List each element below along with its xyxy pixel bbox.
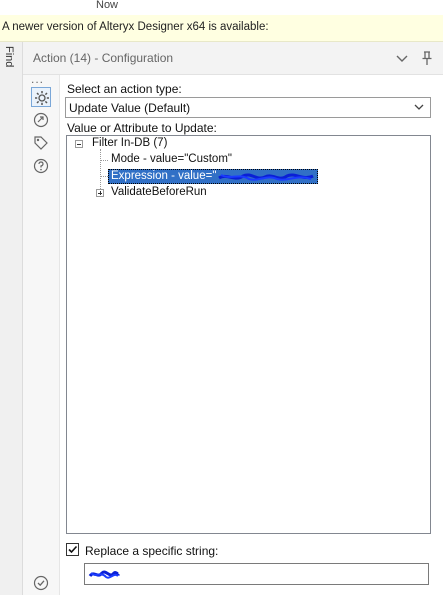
action-type-select[interactable]: Update Value (Default): [65, 97, 431, 118]
chevron-down-icon: [414, 104, 424, 110]
tree-node-validate-before-run[interactable]: ValidateBeforeRun: [111, 186, 207, 198]
find-tab[interactable]: Find: [0, 42, 22, 82]
tree-label: Value or Attribute to Update:: [67, 121, 217, 135]
help-icon[interactable]: [31, 156, 51, 176]
action-type-label: Select an action type:: [67, 82, 182, 96]
redaction-scribble: [218, 173, 314, 181]
pin-icon[interactable]: [419, 50, 435, 66]
tree-line: [100, 176, 108, 177]
tree-node-expression-label: Expression - value=": [111, 170, 217, 182]
connection-icon[interactable]: [31, 110, 51, 130]
replace-string-checkbox[interactable]: [66, 543, 79, 556]
tree-line: [100, 160, 108, 161]
update-banner[interactable]: A newer version of Alteryx Designer x64 …: [0, 15, 443, 42]
tree-node-mode[interactable]: Mode - value="Custom": [111, 153, 232, 165]
redaction-scribble: [88, 570, 120, 579]
find-strip: [0, 42, 23, 595]
chevron-down-icon[interactable]: [394, 50, 410, 66]
action-type-value: Update Value (Default): [69, 101, 191, 115]
gear-icon[interactable]: [31, 87, 51, 107]
tree-node-root[interactable]: Filter In-DB (7): [92, 137, 167, 149]
update-banner-text: A newer version of Alteryx Designer x64 …: [2, 21, 269, 33]
more-dots[interactable]: ...: [31, 72, 44, 86]
replace-string-input[interactable]: [84, 563, 429, 585]
check-circle-icon[interactable]: [31, 573, 51, 593]
collapse-toggle[interactable]: [75, 140, 83, 148]
configuration-panel-header: Action (14) - Configuration: [23, 42, 443, 75]
find-tab-label: Find: [3, 46, 15, 68]
checkmark-icon: [68, 545, 78, 554]
tree-line: [100, 149, 101, 193]
expand-toggle[interactable]: [96, 189, 104, 197]
now-label: Now: [96, 0, 119, 11]
top-bar: Now: [0, 0, 443, 14]
replace-string-label: Replace a specific string:: [85, 544, 219, 558]
panel-title: Action (14) - Configuration: [33, 51, 174, 65]
tag-icon[interactable]: [31, 133, 51, 153]
tree-node-expression[interactable]: Expression - value=": [108, 169, 318, 184]
config-icon-bar: ...: [23, 72, 60, 595]
